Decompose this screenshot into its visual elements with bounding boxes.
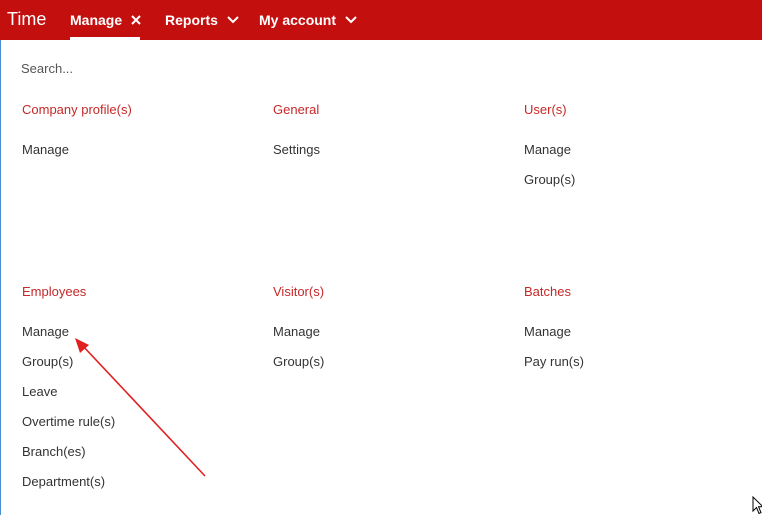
section-users: User(s) Manage Group(s) <box>524 100 754 200</box>
link-employees-branches[interactable]: Branch(es) <box>22 442 252 472</box>
nav-manage-label: Manage <box>70 12 123 28</box>
section-general: General Settings <box>273 100 503 170</box>
nav-reports[interactable]: Reports <box>165 12 239 28</box>
section-title: General <box>273 102 320 117</box>
link-users-manage[interactable]: Manage <box>524 140 754 170</box>
search-input[interactable] <box>21 58 321 78</box>
section-title: Company profile(s) <box>22 102 132 117</box>
section-title: Visitor(s) <box>273 284 325 299</box>
link-visitors-groups[interactable]: Group(s) <box>273 352 503 382</box>
window-left-border <box>0 0 1 515</box>
chevron-down-icon <box>227 16 239 24</box>
nav-my-account[interactable]: My account <box>259 12 357 28</box>
section-company-profiles: Company profile(s) Manage <box>22 100 252 170</box>
section-title: Employees <box>22 284 87 299</box>
nav-reports-label: Reports <box>165 12 218 28</box>
section-title: User(s) <box>524 102 567 117</box>
section-employees: Employees Manage Group(s) Leave Overtime… <box>22 282 252 502</box>
nav-manage-active-indicator <box>70 37 140 40</box>
link-company-profiles-manage[interactable]: Manage <box>22 140 252 170</box>
section-visitors: Visitor(s) Manage Group(s) <box>273 282 503 382</box>
nav-my-account-label: My account <box>259 12 337 28</box>
link-batches-manage[interactable]: Manage <box>524 322 754 352</box>
mouse-cursor-icon <box>752 496 762 515</box>
close-icon[interactable] <box>131 15 141 25</box>
nav-manage[interactable]: Manage <box>70 12 141 28</box>
link-employees-groups[interactable]: Group(s) <box>22 352 252 382</box>
link-employees-leave[interactable]: Leave <box>22 382 252 412</box>
link-batches-pay-runs[interactable]: Pay run(s) <box>524 352 754 382</box>
app-title: Time <box>7 9 47 29</box>
link-employees-manage[interactable]: Manage <box>22 322 252 352</box>
section-title: Batches <box>524 284 571 299</box>
link-general-settings[interactable]: Settings <box>273 140 503 170</box>
chevron-down-icon <box>345 16 357 24</box>
link-employees-departments[interactable]: Department(s) <box>22 472 252 502</box>
section-batches: Batches Manage Pay run(s) <box>524 282 754 382</box>
link-employees-overtime-rules[interactable]: Overtime rule(s) <box>22 412 252 442</box>
top-navigation-bar: Time Manage Reports My account <box>0 0 762 40</box>
link-visitors-manage[interactable]: Manage <box>273 322 503 352</box>
link-users-groups[interactable]: Group(s) <box>524 170 754 200</box>
